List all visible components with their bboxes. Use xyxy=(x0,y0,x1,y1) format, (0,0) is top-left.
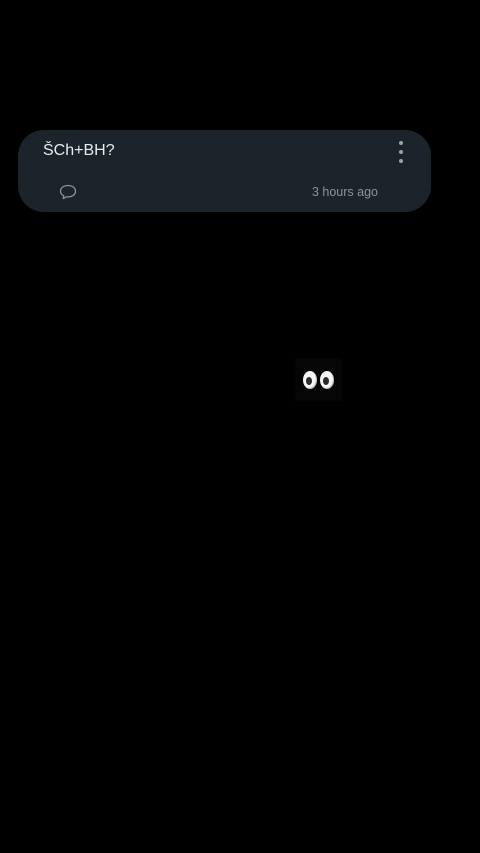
more-dot xyxy=(399,159,403,163)
more-vertical-icon xyxy=(399,141,403,145)
eyes-icon xyxy=(295,358,342,401)
comment-bubble-icon[interactable] xyxy=(59,184,77,200)
post-timestamp: 3 hours ago xyxy=(311,185,378,199)
post-title: ŠCh+BH? xyxy=(43,142,115,159)
right-pupil xyxy=(323,377,329,385)
more-dot xyxy=(399,150,403,154)
post-card[interactable]: ŠCh+BH? 3 hours ago xyxy=(18,130,431,212)
left-eye xyxy=(303,371,317,389)
more-options-button[interactable] xyxy=(393,140,409,164)
left-pupil xyxy=(306,377,312,385)
right-eye xyxy=(320,371,334,389)
